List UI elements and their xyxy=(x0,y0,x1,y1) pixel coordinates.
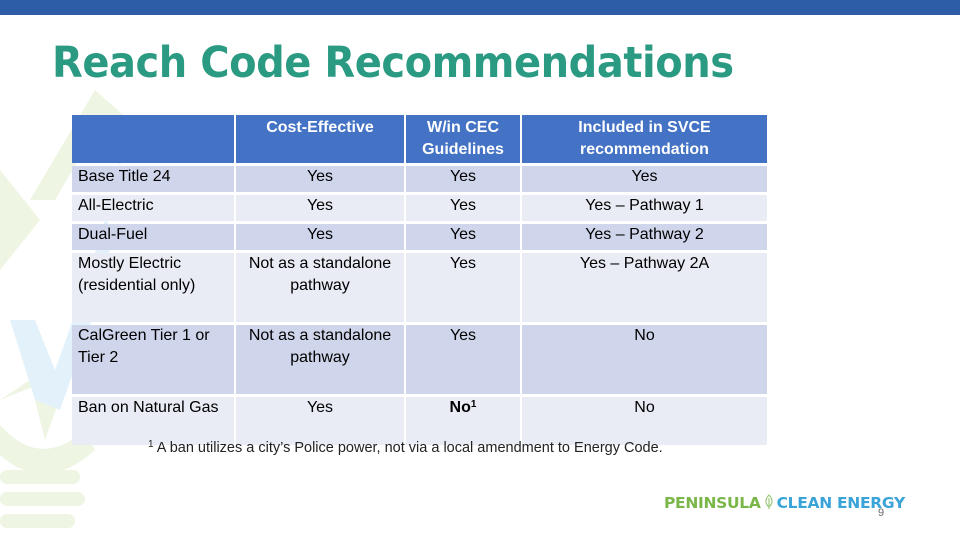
cost-effective-cell: Yes xyxy=(236,166,404,192)
cec-value: Yes xyxy=(449,327,477,344)
cec-cell: Yes xyxy=(406,224,520,250)
cec-value: Yes xyxy=(449,168,477,185)
cec-cell: No1 xyxy=(406,397,520,445)
row-label: CalGreen Tier 1 or Tier 2 xyxy=(72,325,234,394)
table-header-row: Cost-Effective W/in CEC Guidelines Inclu… xyxy=(72,115,767,163)
top-accent-bar xyxy=(0,0,960,15)
row-label: Ban on Natural Gas xyxy=(72,397,234,445)
header-cec-guidelines: W/in CEC Guidelines xyxy=(406,115,520,163)
cost-effective-cell: Yes xyxy=(236,224,404,250)
cec-value: No xyxy=(449,399,471,416)
cec-value: Yes xyxy=(449,226,477,243)
cost-effective-cell: Yes xyxy=(236,195,404,221)
table-row: All-Electric Yes Yes Yes – Pathway 1 xyxy=(72,195,767,221)
header-cost-effective: Cost-Effective xyxy=(236,115,404,163)
table-row: CalGreen Tier 1 or Tier 2 Not as a stand… xyxy=(72,325,767,394)
table-row: Ban on Natural Gas Yes No1 No xyxy=(72,397,767,445)
cost-effective-cell: Yes xyxy=(236,397,404,445)
peninsula-clean-energy-logo: PENINSULA CLEAN ENERGY xyxy=(664,494,905,512)
cec-cell: Yes xyxy=(406,195,520,221)
slide-title: Reach Code Recommendations xyxy=(52,38,734,88)
cec-value: Yes xyxy=(449,255,477,272)
svce-cell: No xyxy=(522,397,767,445)
row-label: All-Electric xyxy=(72,195,234,221)
row-label: Dual-Fuel xyxy=(72,224,234,250)
recommendations-table: Cost-Effective W/in CEC Guidelines Inclu… xyxy=(70,112,769,448)
cec-cell: Yes xyxy=(406,166,520,192)
row-label: Mostly Electric (residential only) xyxy=(72,253,234,322)
table-row: Mostly Electric (residential only) Not a… xyxy=(72,253,767,322)
cost-effective-cell: Not as a standalone pathway xyxy=(236,325,404,394)
cec-value: Yes xyxy=(449,197,477,214)
row-label: Base Title 24 xyxy=(72,166,234,192)
cec-cell: Yes xyxy=(406,253,520,322)
footnote: 1 A ban utilizes a city’s Police power, … xyxy=(148,439,663,456)
table-row: Base Title 24 Yes Yes Yes xyxy=(72,166,767,192)
footnote-marker: 1 xyxy=(148,439,154,450)
cec-footnote-marker: 1 xyxy=(470,399,477,410)
header-svce-recommendation: Included in SVCE recommendation xyxy=(522,115,767,163)
leaf-icon xyxy=(764,494,773,509)
logo-text-peninsula: PENINSULA xyxy=(664,494,761,512)
cec-cell: Yes xyxy=(406,325,520,394)
table-row: Dual-Fuel Yes Yes Yes – Pathway 2 xyxy=(72,224,767,250)
logo-text-clean-energy: CLEAN ENERGY xyxy=(776,494,906,512)
svce-cell: Yes – Pathway 2 xyxy=(522,224,767,250)
svce-cell: Yes – Pathway 1 xyxy=(522,195,767,221)
page-number: 9 xyxy=(878,507,885,519)
footnote-text: A ban utilizes a city’s Police power, no… xyxy=(153,440,663,456)
svce-cell: Yes – Pathway 2A xyxy=(522,253,767,322)
svce-cell: No xyxy=(522,325,767,394)
cost-effective-cell: Not as a standalone pathway xyxy=(236,253,404,322)
svce-cell: Yes xyxy=(522,166,767,192)
header-blank xyxy=(72,115,234,163)
